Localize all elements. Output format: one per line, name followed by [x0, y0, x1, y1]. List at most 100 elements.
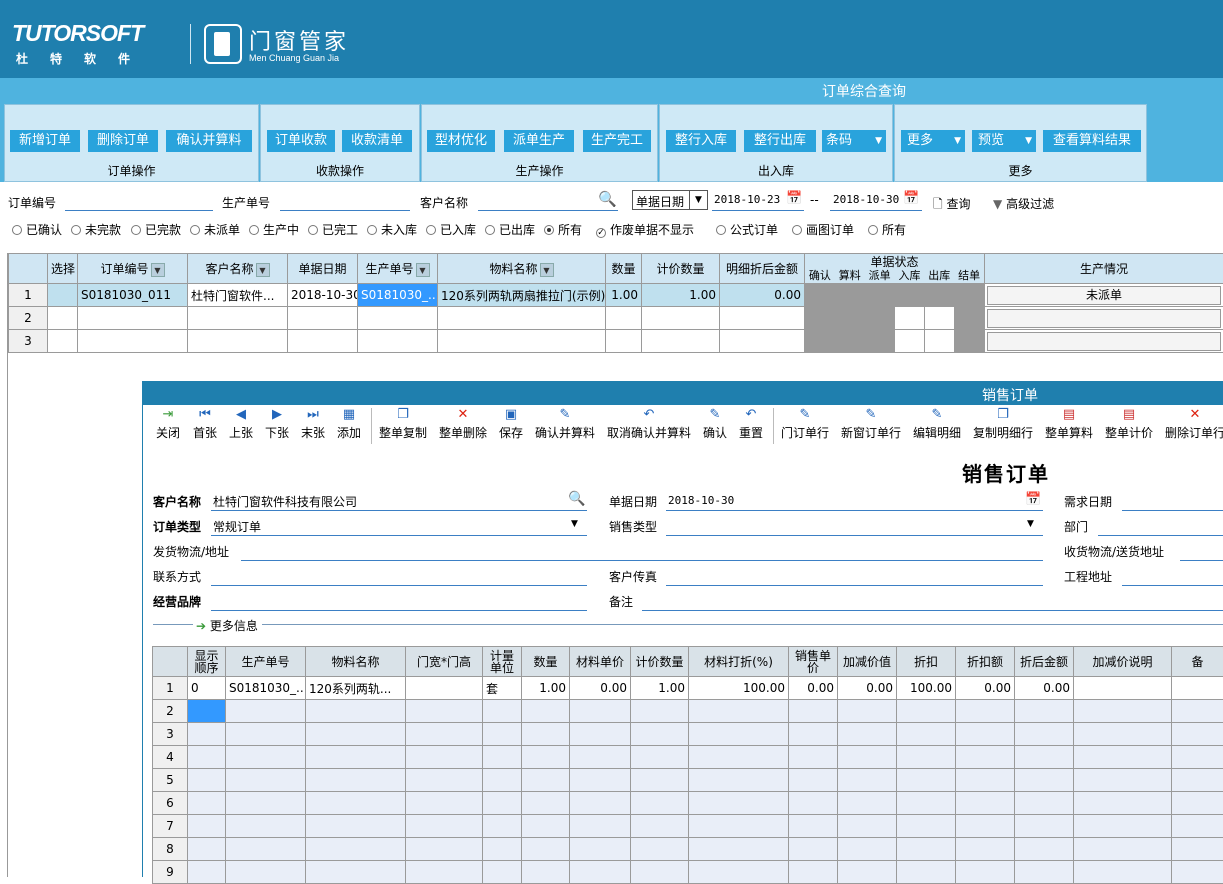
size-cell[interactable] — [406, 677, 483, 700]
col-price-qty[interactable]: 计价数量 — [631, 647, 689, 677]
grid-cell[interactable] — [789, 838, 838, 861]
col-mat-price[interactable]: 材料单价 — [570, 647, 631, 677]
grid-cell[interactable] — [1015, 861, 1074, 884]
calendar-icon[interactable]: 📅 — [786, 191, 802, 206]
table-row[interactable]: 1 0 S0181030_... 120系列两轨... 套 1.00 0.00 … — [153, 677, 1223, 700]
confirm-calc-button[interactable]: ✎确认并算料 — [535, 408, 595, 441]
calendar-icon[interactable]: 📅 — [903, 191, 919, 206]
grid-cell[interactable] — [306, 792, 406, 815]
grid-cell[interactable] — [438, 330, 606, 353]
col-unit-price[interactable]: 销售单 价 — [789, 647, 838, 677]
grid-cell[interactable] — [631, 792, 689, 815]
cancel-confirm-button[interactable]: ↶取消确认并算料 — [607, 408, 691, 441]
production-cell[interactable] — [985, 330, 1223, 353]
profile-optimize-button[interactable]: 型材优化 — [427, 130, 495, 152]
grid-cell[interactable] — [1172, 815, 1223, 838]
col-material[interactable]: 物料名称▼ — [438, 254, 606, 284]
grid-cell[interactable] — [897, 700, 956, 723]
discount-amt-cell[interactable]: 0.00 — [956, 677, 1015, 700]
grid-cell[interactable] — [631, 815, 689, 838]
col-qty[interactable]: 数量 — [522, 647, 570, 677]
grid-cell[interactable] — [188, 861, 226, 884]
filter-dropdown-icon[interactable]: ▼ — [151, 263, 165, 277]
col-price-qty[interactable]: 计价数量 — [642, 254, 720, 284]
date-cell[interactable]: 2018-10-30 — [288, 284, 358, 307]
grid-cell[interactable] — [1172, 723, 1223, 746]
grid-cell[interactable] — [522, 792, 570, 815]
grid-cell[interactable] — [689, 792, 789, 815]
active-cell[interactable] — [188, 700, 226, 723]
amount-cell[interactable]: 0.00 — [720, 284, 805, 307]
dept-input[interactable] — [1098, 535, 1223, 536]
grid-cell[interactable] — [606, 330, 642, 353]
order-no-cell[interactable]: S0181030_011 — [78, 284, 188, 307]
new-order-button[interactable]: 新增订单 — [10, 130, 80, 152]
material-cell[interactable]: 120系列两轨两扇推拉门(示例) — [438, 284, 606, 307]
grid-cell[interactable] — [789, 700, 838, 723]
production-done-button[interactable]: 生产完工 — [583, 130, 651, 152]
grid-cell[interactable] — [956, 769, 1015, 792]
doc-date-value[interactable]: 2018-10-30 — [668, 494, 734, 507]
select-cell[interactable] — [48, 307, 78, 330]
grid-cell[interactable] — [689, 723, 789, 746]
grid-cell[interactable] — [1172, 861, 1223, 884]
grid-cell[interactable] — [78, 307, 188, 330]
grid-cell[interactable] — [522, 769, 570, 792]
table-row[interactable]: 8 — [153, 838, 1223, 861]
grid-cell[interactable] — [1074, 700, 1172, 723]
grid-cell[interactable] — [226, 861, 306, 884]
grid-cell[interactable] — [406, 815, 483, 838]
radio-shipped[interactable]: 已出库 — [485, 221, 535, 238]
chevron-down-icon[interactable]: ▼ — [1027, 519, 1034, 529]
edit-detail-button[interactable]: ✎编辑明细 — [913, 408, 961, 441]
grid-cell[interactable] — [689, 700, 789, 723]
grid-cell[interactable] — [1172, 700, 1223, 723]
production-status-button[interactable]: 未派单 — [987, 286, 1221, 305]
grid-cell[interactable] — [897, 861, 956, 884]
grid-cell[interactable] — [956, 792, 1015, 815]
first-button[interactable]: ⏮首张 — [193, 408, 217, 441]
select-cell[interactable] — [48, 330, 78, 353]
grid-cell[interactable] — [789, 746, 838, 769]
grid-cell[interactable] — [188, 815, 226, 838]
calendar-icon[interactable]: 📅 — [1025, 492, 1041, 507]
col-after[interactable]: 折后金额 — [1015, 647, 1074, 677]
after-cell[interactable]: 0.00 — [1015, 677, 1074, 700]
production-cell[interactable]: 未派单 — [985, 284, 1223, 307]
more-info-toggle[interactable]: ➔ 更多信息 — [196, 617, 258, 634]
grid-cell[interactable] — [956, 861, 1015, 884]
radio-undispatched[interactable]: 未派单 — [190, 221, 240, 238]
adj-note-cell[interactable] — [1074, 677, 1172, 700]
grid-cell[interactable] — [522, 815, 570, 838]
col-discount-amt[interactable]: 折扣额 — [956, 647, 1015, 677]
col-date[interactable]: 单据日期 — [288, 254, 358, 284]
grid-cell[interactable] — [288, 330, 358, 353]
radio-unpaid[interactable]: 未完款 — [71, 221, 121, 238]
grid-cell[interactable] — [689, 815, 789, 838]
table-row[interactable]: 4 — [153, 746, 1223, 769]
confirm-button[interactable]: ✎确认 — [703, 408, 727, 441]
grid-cell[interactable] — [570, 838, 631, 861]
grid-cell[interactable] — [483, 861, 522, 884]
view-calc-result-button[interactable]: 查看算料结果 — [1043, 130, 1141, 152]
grid-cell[interactable] — [606, 307, 642, 330]
col-order[interactable]: 显示 顺序 — [188, 647, 226, 677]
add-button[interactable]: ▦添加 — [337, 408, 361, 441]
radio-confirmed[interactable]: 已确认 — [12, 221, 62, 238]
table-row[interactable]: 5 — [153, 769, 1223, 792]
grid-cell[interactable] — [1172, 838, 1223, 861]
grid-cell[interactable] — [188, 792, 226, 815]
order-no-input[interactable] — [65, 210, 213, 211]
grid-cell[interactable] — [1015, 769, 1074, 792]
grid-cell[interactable] — [838, 861, 897, 884]
col-qty[interactable]: 数量 — [606, 254, 642, 284]
grid-cell[interactable] — [570, 815, 631, 838]
unit-cell[interactable]: 套 — [483, 677, 522, 700]
grid-cell[interactable] — [689, 746, 789, 769]
grid-cell[interactable] — [570, 861, 631, 884]
price-qty-cell[interactable]: 1.00 — [631, 677, 689, 700]
date-to[interactable]: 2018-10-30 — [833, 193, 899, 206]
last-button[interactable]: ⏭末张 — [301, 408, 325, 441]
order-price-button[interactable]: ▤整单计价 — [1105, 408, 1153, 441]
need-date-input[interactable] — [1122, 510, 1223, 511]
